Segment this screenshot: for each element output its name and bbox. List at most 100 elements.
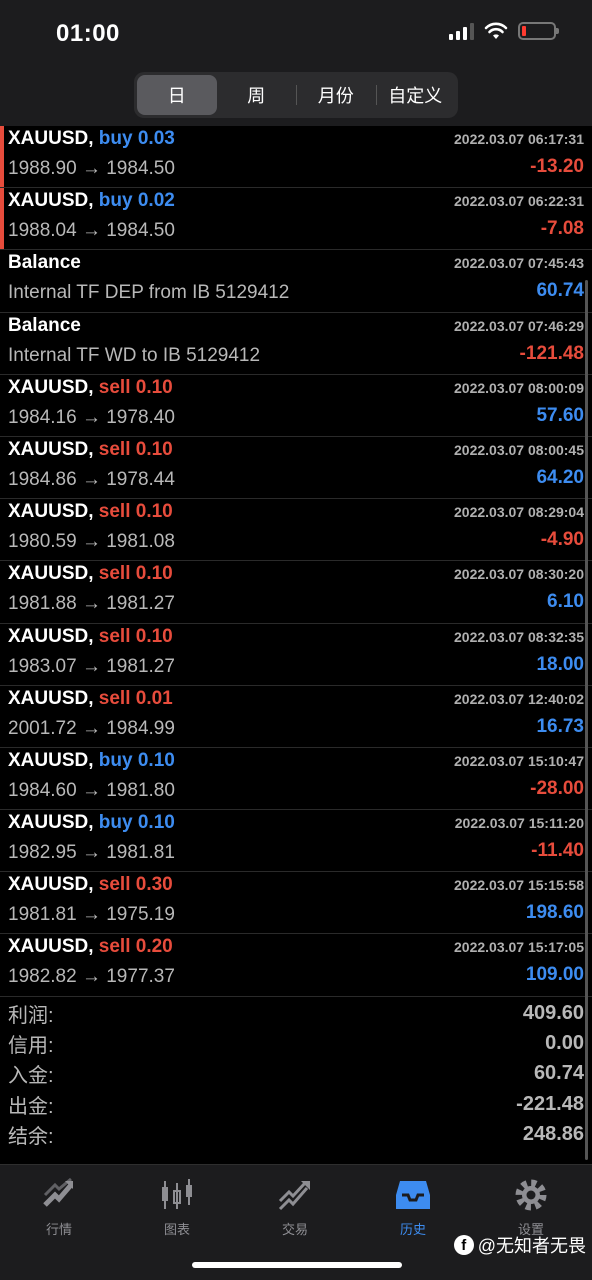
summary-row: 利润: 409.60	[0, 998, 592, 1028]
history-row[interactable]: XAUUSD, sell 0.10 1983.07 → 1981.27 2022.0…	[0, 624, 592, 686]
tab-label: 历史	[399, 1222, 426, 1237]
row-symbol: XAUUSD,	[8, 563, 94, 585]
period-segmented-control: 日 周 月份 自定义	[134, 72, 458, 118]
history-row[interactable]: Balance Internal TF WD to IB 5129412 2022…	[0, 313, 592, 375]
row-symbol: XAUUSD,	[8, 749, 94, 771]
summary-value: 0.00	[545, 1032, 584, 1055]
row-symbol: XAUUSD,	[8, 625, 94, 647]
history-row[interactable]: XAUUSD, buy 0.10 1982.95 → 1981.81 2022.03…	[0, 810, 592, 873]
tab-settings[interactable]: 设置	[472, 1175, 590, 1238]
row-title: XAUUSD, sell 0.20	[8, 936, 173, 958]
row-profit: 64.20	[536, 466, 584, 488]
segment-custom[interactable]: 自定义	[375, 75, 456, 115]
history-row[interactable]: XAUUSD, buy 0.10 1984.60 → 1981.80 2022.03…	[0, 748, 592, 811]
trade-icon	[275, 1175, 315, 1215]
tab-trade[interactable]: 交易	[236, 1175, 354, 1238]
row-prices: 1988.90 → 1984.50	[8, 158, 175, 179]
history-row[interactable]: XAUUSD, sell 0.10 1984.86 → 1978.44 2022.0…	[0, 437, 592, 500]
row-type: sell 0.10	[98, 438, 173, 460]
history-row[interactable]: XAUUSD, sell 0.10 1981.88 → 1981.27 2022.0…	[0, 561, 592, 624]
chart-icon	[157, 1175, 197, 1215]
tab-label: 行情	[45, 1222, 72, 1237]
row-date: 2022.03.07 08:32:35	[454, 628, 584, 645]
history-row[interactable]: XAUUSD, sell 0.10 1984.16 → 1978.40 2022.0…	[0, 375, 592, 437]
row-type: sell 0.10	[98, 501, 173, 523]
quotes-icon	[39, 1175, 79, 1215]
row-prices: 1982.95 → 1981.81	[8, 842, 175, 864]
summary-label: 出金:	[8, 1095, 54, 1118]
row-prices: 1984.86 → 1978.44	[8, 468, 175, 490]
segment-week[interactable]: 周	[217, 75, 297, 115]
row-profit: -28.00	[530, 777, 584, 799]
row-profit: 198.60	[525, 902, 584, 924]
row-prices: Internal TF WD to IB 5129412	[8, 344, 261, 366]
home-indicator[interactable]	[192, 1262, 402, 1268]
wifi-icon	[484, 22, 508, 39]
summary-label: 结余:	[8, 1126, 54, 1149]
summary-label: 信用:	[8, 1035, 54, 1058]
history-list: XAUUSD, buy 0.03 1988.90 → 1984.50 2022.03…	[0, 126, 592, 997]
row-date: 2022.03.07 06:22:31	[454, 193, 584, 210]
tab-history[interactable]: 历史	[354, 1175, 472, 1238]
row-symbol: XAUUSD,	[8, 438, 94, 460]
row-profit: -4.90	[540, 529, 584, 551]
settings-icon	[511, 1175, 551, 1215]
history-row[interactable]: XAUUSD, sell 0.20 1982.82 → 1977.37 2022.0…	[0, 934, 592, 997]
summary-label: 入金:	[8, 1065, 54, 1088]
row-type: buy 0.02	[98, 190, 175, 212]
row-symbol: Balance	[8, 252, 81, 274]
row-profit: 57.60	[536, 404, 584, 426]
row-type: buy 0.10	[98, 749, 175, 771]
row-date: 2022.03.07 15:11:20	[454, 815, 584, 832]
row-prices: 1981.88 → 1981.27	[8, 593, 175, 615]
row-type: sell 0.20	[98, 936, 173, 958]
row-type: sell 0.10	[98, 376, 173, 398]
watermark: f @无知者无畏	[453, 1232, 586, 1258]
tab-label: 交易	[281, 1222, 308, 1237]
row-prices: Internal TF DEP from IB 5129412	[8, 282, 290, 304]
history-row[interactable]: XAUUSD, buy 0.03 1988.90 → 1984.50 2022.03…	[0, 126, 592, 189]
row-title: XAUUSD, buy 0.03	[8, 128, 175, 150]
row-type: sell 0.10	[98, 625, 173, 647]
row-type: sell 0.01	[98, 687, 173, 709]
row-profit: -121.48	[519, 342, 584, 364]
row-date: 2022.03.07 12:40:02	[454, 690, 584, 707]
facebook-icon: f	[453, 1235, 474, 1255]
segment-day[interactable]: 日	[137, 75, 217, 115]
row-profit: 18.00	[536, 653, 584, 675]
row-symbol: XAUUSD,	[8, 687, 94, 709]
row-date: 2022.03.07 15:10:47	[454, 752, 584, 769]
history-row[interactable]: XAUUSD, sell 0.10 1980.59 → 1981.08 2022.0…	[0, 499, 592, 562]
row-date: 2022.03.07 06:17:31	[454, 131, 584, 147]
row-title: Balance	[8, 252, 81, 274]
history-row[interactable]: XAUUSD, buy 0.02 1988.04 → 1984.50 2022.03…	[0, 188, 592, 251]
row-type: buy 0.03	[98, 128, 175, 149]
summary-label: 利润:	[8, 1004, 54, 1027]
row-profit: -7.08	[540, 218, 584, 240]
row-title: XAUUSD, buy 0.10	[8, 812, 175, 834]
history-row[interactable]: XAUUSD, sell 0.30 1981.81 → 1975.19 2022.0…	[0, 872, 592, 935]
row-title: XAUUSD, buy 0.10	[8, 750, 175, 772]
history-row[interactable]: XAUUSD, sell 0.01 2001.72 → 1984.99 2022.0…	[0, 686, 592, 748]
row-symbol: XAUUSD,	[8, 936, 94, 958]
history-row[interactable]: Balance Internal TF DEP from IB 5129412 2…	[0, 250, 592, 313]
row-type: sell 0.30	[98, 874, 173, 896]
status-icons	[449, 22, 559, 40]
row-date: 2022.03.07 08:00:09	[454, 379, 584, 396]
row-prices: 1984.16 → 1978.40	[8, 406, 175, 428]
row-type: buy 0.10	[98, 812, 175, 834]
row-type: sell 0.10	[98, 563, 173, 585]
summary-row: 入金: 60.74	[0, 1059, 592, 1089]
row-prices: 1984.60 → 1981.80	[8, 779, 175, 801]
row-symbol: XAUUSD,	[8, 128, 94, 149]
summary-value: 409.60	[522, 1001, 584, 1024]
tab-chart[interactable]: 图表	[118, 1175, 236, 1238]
summary-row: 结余: 248.86	[0, 1120, 592, 1150]
row-date: 2022.03.07 08:30:20	[454, 566, 584, 583]
tab-quotes[interactable]: 行情	[0, 1175, 118, 1238]
row-prices: 2001.72 → 1984.99	[8, 717, 175, 739]
segment-month[interactable]: 月份	[296, 75, 376, 115]
summary-value: -221.48	[516, 1092, 584, 1115]
row-symbol: XAUUSD,	[8, 812, 94, 834]
row-symbol: XAUUSD,	[8, 376, 94, 398]
